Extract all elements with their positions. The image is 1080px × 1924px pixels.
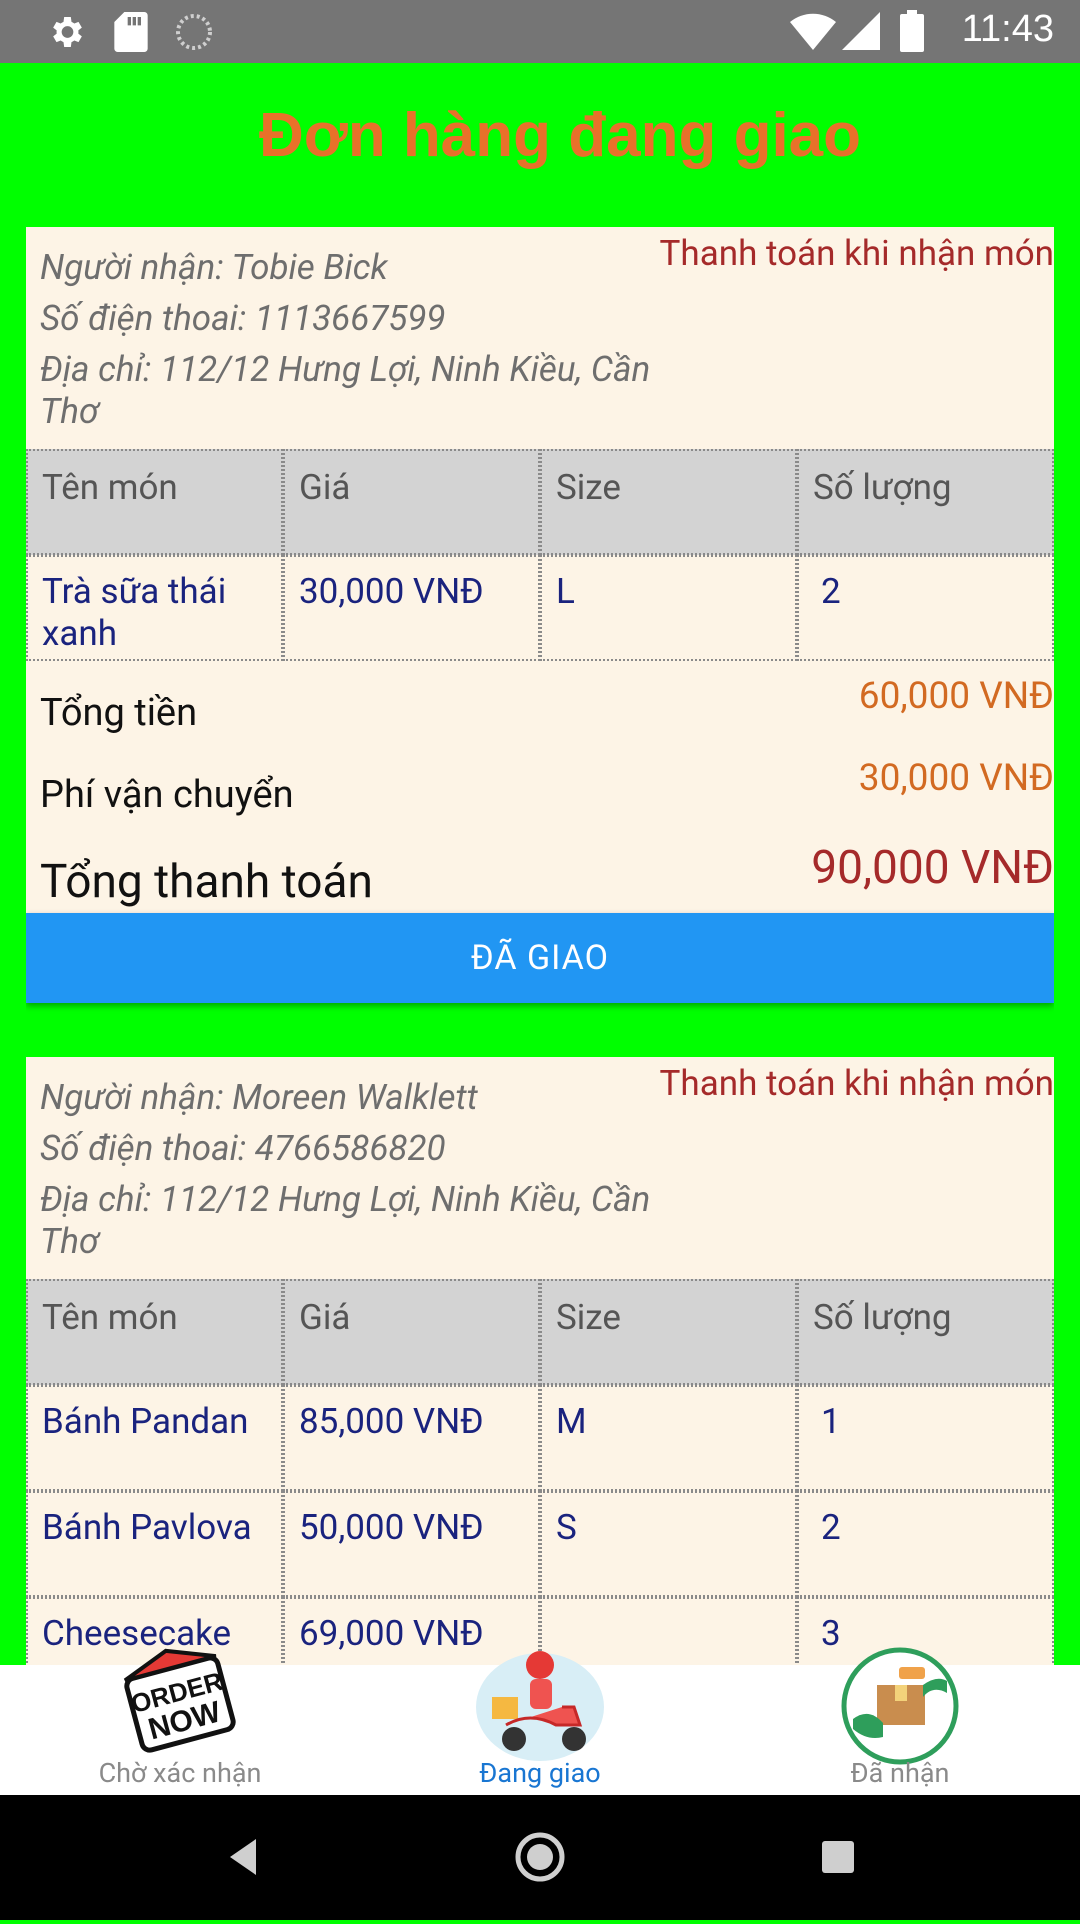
item-size: S <box>540 1491 797 1597</box>
item-size: L <box>540 555 797 661</box>
bottom-navigation: ORDER NOW Chờ xác nhận Đang giao Đã nhận <box>0 1647 1080 1795</box>
item-size: M <box>540 1385 797 1491</box>
recipient-phone: Số điện thoai: 1113667599 <box>40 298 446 339</box>
recipient-address: Địa chỉ: 112/12 Hưng Lợi, Ninh Kiều, Cần… <box>40 349 651 432</box>
total-label: Tổng thanh toán <box>40 855 373 909</box>
header-size: Size <box>540 1279 797 1385</box>
order-items-table: Tên món Giá Size Số lượng Bánh Pandan 85… <box>26 1279 1054 1667</box>
item-name: Trà sữa thái xanh <box>26 555 283 661</box>
payment-method: Thanh toán khi nhận món <box>659 1063 1054 1104</box>
recipient-name: Người nhận: Moreen Walklett <box>40 1077 478 1118</box>
table-row: Trà sữa thái xanh 30,000 VNĐ L 2 <box>26 555 1054 661</box>
battery-icon <box>900 10 924 56</box>
header-item-name: Tên món <box>26 1279 283 1385</box>
order-card: Người nhận: Moreen Walklett Số điện thoa… <box>26 1057 1054 1667</box>
mark-delivered-button[interactable]: ĐÃ GIAO <box>26 913 1054 1003</box>
order-info: Người nhận: Moreen Walklett Số điện thoa… <box>40 1077 660 1272</box>
recipient-address: Địa chỉ: 112/12 Hưng Lợi, Ninh Kiều, Cần… <box>40 1179 651 1262</box>
recent-apps-icon[interactable] <box>820 1795 856 1920</box>
subtotal-value: 60,000 VNĐ <box>858 675 1054 718</box>
wifi-icon <box>790 12 836 54</box>
item-quantity: 2 <box>797 555 1054 661</box>
loading-circle-icon <box>174 12 214 56</box>
page-title: Đơn hàng đang giao <box>258 101 862 170</box>
item-quantity: 1 <box>797 1385 1054 1491</box>
system-navigation-bar <box>0 1795 1080 1920</box>
nav-tab-pending[interactable]: ORDER NOW Chờ xác nhận <box>30 1648 330 1795</box>
sd-card-icon <box>114 12 148 56</box>
header-price: Giá <box>283 449 540 555</box>
header-size: Size <box>540 449 797 555</box>
item-quantity: 2 <box>797 1491 1054 1597</box>
payment-method: Thanh toán khi nhận món <box>659 233 1054 274</box>
header-price: Giá <box>283 1279 540 1385</box>
nav-label-received: Đã nhận <box>850 1757 950 1789</box>
order-now-icon: ORDER NOW <box>115 1645 245 1767</box>
home-icon[interactable] <box>514 1795 566 1920</box>
nav-tab-received[interactable]: Đã nhận <box>750 1647 1050 1795</box>
order-items-table: Tên món Giá Size Số lượng Trà sữa thái x… <box>26 449 1054 661</box>
nav-tab-delivering[interactable]: Đang giao <box>390 1651 690 1795</box>
recipient-phone: Số điện thoai: 4766586820 <box>40 1128 446 1169</box>
shipping-label: Phí vận chuyển <box>40 773 294 817</box>
total-value: 90,000 VNĐ <box>811 841 1054 895</box>
table-row: Bánh Pavlova 50,000 VNĐ S 2 <box>26 1491 1054 1597</box>
nav-label-delivering: Đang giao <box>479 1757 601 1789</box>
item-price: 50,000 VNĐ <box>283 1491 540 1597</box>
table-header-row: Tên món Giá Size Số lượng <box>26 1279 1054 1385</box>
shipping-value: 30,000 VNĐ <box>858 757 1054 800</box>
status-bar: 11:43 <box>0 0 1080 63</box>
back-icon[interactable] <box>222 1795 262 1920</box>
item-name: Bánh Pandan <box>26 1385 283 1491</box>
item-price: 85,000 VNĐ <box>283 1385 540 1491</box>
package-received-icon <box>839 1645 961 1771</box>
cell-signal-icon <box>842 12 880 54</box>
status-time: 11:43 <box>961 8 1054 50</box>
item-price: 30,000 VNĐ <box>283 555 540 661</box>
item-name: Bánh Pavlova <box>26 1491 283 1597</box>
order-card: Người nhận: Tobie Bick Số điện thoai: 11… <box>26 227 1054 1003</box>
nav-label-pending: Chờ xác nhận <box>98 1757 262 1789</box>
orders-list[interactable]: Người nhận: Tobie Bick Số điện thoai: 11… <box>26 227 1054 1667</box>
header-quantity: Số lượng <box>797 449 1054 555</box>
recipient-name: Người nhận: Tobie Bick <box>40 247 388 288</box>
table-row: Bánh Pandan 85,000 VNĐ M 1 <box>26 1385 1054 1491</box>
subtotal-label: Tổng tiền <box>40 691 198 735</box>
table-header-row: Tên món Giá Size Số lượng <box>26 449 1054 555</box>
header-item-name: Tên món <box>26 449 283 555</box>
settings-gear-icon <box>46 12 86 56</box>
order-info: Người nhận: Tobie Bick Số điện thoai: 11… <box>40 247 660 442</box>
delivery-scooter-icon <box>470 1645 610 1767</box>
header-quantity: Số lượng <box>797 1279 1054 1385</box>
